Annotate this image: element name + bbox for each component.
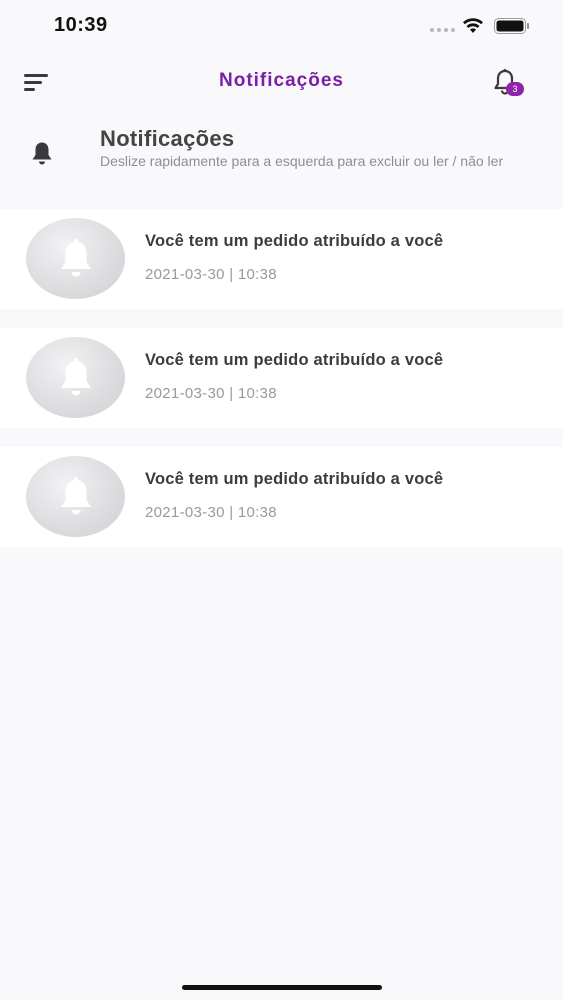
avatar (26, 456, 125, 537)
notification-list: Você tem um pedido atribuído a você 2021… (0, 209, 563, 547)
notification-date: 2021-03-30 | 10:38 (145, 266, 277, 283)
nav-bar: Notificações 3 (0, 56, 563, 108)
wifi-icon (463, 18, 483, 33)
notification-title: Você tem um pedido atribuído a você (145, 351, 444, 369)
notification-title: Você tem um pedido atribuído a você (145, 470, 444, 488)
notification-date: 2021-03-30 | 10:38 (145, 385, 277, 402)
notifications-button[interactable]: 3 (490, 66, 526, 100)
list-item[interactable]: Você tem um pedido atribuído a você 2021… (0, 328, 563, 428)
section-header: Notificações Deslize rapidamente para a … (0, 120, 563, 200)
notification-title: Você tem um pedido atribuído a você (145, 232, 444, 250)
section-subtitle: Deslize rapidamente para a esquerda para… (100, 153, 504, 169)
bell-icon (60, 476, 91, 514)
bell-icon (60, 357, 91, 395)
bell-icon (32, 142, 52, 165)
section-title: Notificações (100, 126, 235, 151)
signal-icon (430, 28, 455, 32)
notification-badge: 3 (506, 82, 524, 96)
divider (0, 428, 563, 447)
status-bar: 10:39 (0, 0, 563, 52)
avatar (26, 337, 125, 418)
home-indicator[interactable] (182, 985, 382, 990)
avatar (26, 218, 125, 299)
bell-icon (60, 238, 91, 276)
battery-icon (494, 18, 529, 34)
divider (0, 309, 563, 328)
page-title: Notificações (219, 70, 344, 91)
list-item[interactable]: Você tem um pedido atribuído a você 2021… (0, 447, 563, 547)
status-time: 10:39 (54, 14, 108, 36)
list-item[interactable]: Você tem um pedido atribuído a você 2021… (0, 209, 563, 309)
notification-date: 2021-03-30 | 10:38 (145, 504, 277, 521)
